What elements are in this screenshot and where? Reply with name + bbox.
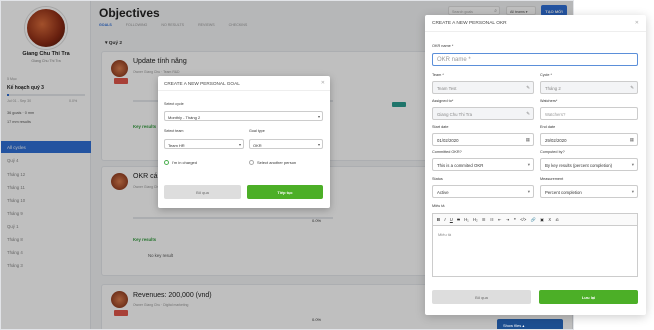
cycle-field: Tháng 2 ✎ xyxy=(540,81,638,94)
strike-icon[interactable]: S xyxy=(457,217,460,222)
committed-value: This is a commited OKR xyxy=(437,163,484,168)
cycle-value: Monthly - Tháng 2 xyxy=(168,114,201,120)
end-date-label: End date xyxy=(540,125,556,129)
cycle-label: Select cycle xyxy=(164,102,184,106)
okr-name-input[interactable]: OKR name * xyxy=(432,53,638,66)
cycle-value: Tháng 2 xyxy=(545,86,561,91)
description-label: Miêu tả xyxy=(432,204,445,208)
team-select[interactable]: Team HR ▾ xyxy=(164,139,244,149)
dialog-title: CREATE A NEW PERSONAL GOAL xyxy=(158,76,330,91)
heading1-icon[interactable]: H₁ xyxy=(464,217,468,222)
goal-type-value: OKR xyxy=(253,142,262,148)
team-value: Team HR xyxy=(168,142,185,148)
edit-icon: ✎ xyxy=(630,85,634,90)
undo-icon[interactable]: ⎌ xyxy=(556,217,559,222)
status-label: Status xyxy=(432,177,443,181)
radio-select-another-person[interactable]: Select another person xyxy=(249,160,296,165)
create-personal-goal-dialog: CREATE A NEW PERSONAL GOAL ✕ Select cycl… xyxy=(158,76,330,208)
cycle-select[interactable]: Monthly - Tháng 2 ▾ xyxy=(164,111,323,121)
goal-type-select[interactable]: OKR ▾ xyxy=(249,139,323,149)
radio-im-in-charged[interactable]: I'm in charged xyxy=(164,160,197,165)
start-date-value: 01/02/2020 xyxy=(437,138,459,143)
team-field: Team Test ✎ xyxy=(432,81,534,94)
status-select[interactable]: Active ▾ xyxy=(432,185,534,198)
computed-value: By key results (percent completion) xyxy=(545,163,613,168)
okr-name-label: OKR name * xyxy=(432,44,454,48)
team-label: Team * xyxy=(432,73,444,77)
show-files-label: Show files xyxy=(503,323,522,328)
save-button[interactable]: Lưu lại xyxy=(539,290,638,304)
status-value: Active xyxy=(437,190,449,195)
chevron-down-icon: ▾ xyxy=(527,189,530,194)
computed-label: Computed by? xyxy=(540,150,565,154)
close-icon[interactable]: ✕ xyxy=(635,20,639,26)
quote-icon[interactable]: ❝ xyxy=(514,217,516,222)
radio-checked-icon xyxy=(164,160,169,165)
edit-icon: ✎ xyxy=(526,111,530,116)
continue-button[interactable]: Tiếp tục xyxy=(247,185,323,199)
ordered-list-icon[interactable]: ☰ xyxy=(482,217,486,222)
heading2-icon[interactable]: H₂ xyxy=(473,217,478,222)
calendar-icon[interactable]: ▦ xyxy=(526,137,530,143)
skip-button[interactable]: Bỏ qua xyxy=(164,185,241,199)
bullet-list-icon[interactable]: ☷ xyxy=(490,217,494,222)
chevron-down-icon: ▾ xyxy=(317,141,320,147)
show-files-bar[interactable]: Show files ▴ xyxy=(497,319,563,329)
goal-type-label: Goal type xyxy=(249,129,265,133)
description-editor[interactable]: Miêu tả xyxy=(432,225,638,277)
radio-label: I'm in charged xyxy=(172,160,197,165)
underline-icon[interactable]: U xyxy=(450,217,453,222)
edit-icon: ✎ xyxy=(526,85,530,90)
chevron-down-icon: ▾ xyxy=(527,162,530,167)
skip-button[interactable]: Bỏ qua xyxy=(432,290,531,304)
editor-toolbar: B I U S H₁ H₂ ☰ ☷ ⇤ ⇥ ❝ </> 🔗 ▣ Ⅹ ⎌ xyxy=(432,213,638,225)
clear-format-icon[interactable]: Ⅹ xyxy=(548,217,551,222)
measurement-select[interactable]: Percent completion ▾ xyxy=(540,185,638,198)
assigned-value: Giang Chu Thi Tra xyxy=(437,112,473,117)
code-icon[interactable]: </> xyxy=(520,217,526,222)
assigned-field: Giang Chu Thi Tra ✎ xyxy=(432,107,534,120)
outdent-icon[interactable]: ⇤ xyxy=(498,217,502,222)
indent-icon[interactable]: ⇥ xyxy=(506,217,510,222)
team-label: Select team xyxy=(164,129,184,133)
radio-label: Select another person xyxy=(257,160,297,165)
chevron-down-icon: ▾ xyxy=(631,162,634,167)
start-date-input[interactable]: 01/02/2020 ▦ xyxy=(432,133,534,146)
close-icon[interactable]: ✕ xyxy=(321,80,325,86)
bold-icon[interactable]: B xyxy=(437,217,440,222)
radio-unchecked-icon xyxy=(249,160,254,165)
italic-icon[interactable]: I xyxy=(444,217,445,222)
start-date-label: Start date xyxy=(432,125,449,129)
computed-select[interactable]: By key results (percent completion) ▾ xyxy=(540,158,638,171)
calendar-icon[interactable]: ▦ xyxy=(630,137,634,143)
measurement-label: Measurement xyxy=(540,177,564,181)
assigned-label: Assigned to* xyxy=(432,99,454,103)
watchers-label: Watchers* xyxy=(540,99,558,103)
image-icon[interactable]: ▣ xyxy=(540,217,544,222)
screenshot-frame: Giang Chu Thi Tra Giang Chu Thi Tra 5 Mụ… xyxy=(0,0,654,330)
link-icon[interactable]: 🔗 xyxy=(531,217,536,222)
end-date-input[interactable]: 29/02/2020 ▦ xyxy=(540,133,638,146)
watchers-input[interactable]: Watchers? xyxy=(540,107,638,120)
committed-label: Committed OKR? xyxy=(432,150,462,154)
chevron-down-icon: ▾ xyxy=(317,113,320,119)
measurement-value: Percent completion xyxy=(545,190,582,195)
team-value: Team Test xyxy=(437,86,457,91)
end-date-value: 29/02/2020 xyxy=(545,138,567,143)
dialog-title: CREATE A NEW PERSONAL OKR xyxy=(425,15,646,32)
cycle-label: Cycle * xyxy=(540,73,553,77)
chevron-down-icon: ▾ xyxy=(238,141,241,147)
chevron-down-icon: ▾ xyxy=(631,189,634,194)
committed-select[interactable]: This is a commited OKR ▾ xyxy=(432,158,534,171)
